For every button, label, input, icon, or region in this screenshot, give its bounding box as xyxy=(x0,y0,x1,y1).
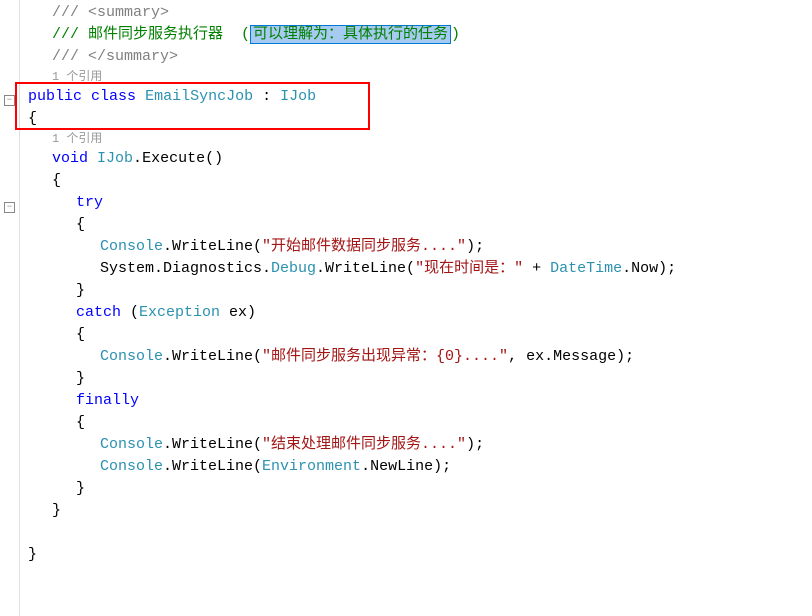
string-literal: "开始邮件数据同步服务...." xyxy=(262,238,466,255)
keyword: void xyxy=(52,150,88,167)
brace: } xyxy=(76,370,85,387)
punctuation: : xyxy=(253,88,280,105)
xml-doc-comment: /// <summary> xyxy=(52,4,169,21)
code-content[interactable]: /// <summary> /// 邮件同步服务执行器 (可以理解为：具体执行的… xyxy=(20,0,812,616)
code-line: void IJob.Execute() xyxy=(28,148,812,170)
type-name: DateTime xyxy=(550,260,622,277)
type-name: Environment xyxy=(262,458,361,475)
type-name: IJob xyxy=(280,88,316,105)
fold-marker-icon[interactable]: − xyxy=(4,202,15,213)
type-name: Console xyxy=(100,458,163,475)
method-call: .WriteLine( xyxy=(163,436,262,453)
code-line: } xyxy=(28,280,812,302)
brace: } xyxy=(76,480,85,497)
codelens-references[interactable]: 1 个引用 xyxy=(28,130,812,148)
code-line: Console.WriteLine("结束处理邮件同步服务...."); xyxy=(28,434,812,456)
string-literal: "现在时间是：" xyxy=(415,260,523,277)
code-line: { xyxy=(28,214,812,236)
code-line: Console.WriteLine("开始邮件数据同步服务...."); xyxy=(28,236,812,258)
code-line: Console.WriteLine(Environment.NewLine); xyxy=(28,456,812,478)
keyword: class xyxy=(91,88,136,105)
codelens-references[interactable]: 1 个引用 xyxy=(28,68,812,86)
brace: { xyxy=(76,414,85,431)
type-name: Console xyxy=(100,238,163,255)
code-line xyxy=(28,522,812,544)
brace: } xyxy=(76,282,85,299)
brace: { xyxy=(52,172,61,189)
type-name: Debug xyxy=(271,260,316,277)
code-line: } xyxy=(28,478,812,500)
method-call: .WriteLine( xyxy=(316,260,415,277)
namespace: System.Diagnostics. xyxy=(100,260,271,277)
variable: ex) xyxy=(220,304,256,321)
punctuation: ); xyxy=(466,238,484,255)
type-name: Console xyxy=(100,348,163,365)
xml-doc-comment: /// </summary> xyxy=(52,48,178,65)
comment-text: ) xyxy=(451,26,460,43)
type-name: Console xyxy=(100,436,163,453)
keyword: public xyxy=(28,88,82,105)
code-line: } xyxy=(28,544,812,566)
brace: { xyxy=(28,110,37,127)
code-line: catch (Exception ex) xyxy=(28,302,812,324)
code-line: /// 邮件同步服务执行器 (可以理解为：具体执行的任务) xyxy=(28,24,812,46)
type-name: EmailSyncJob xyxy=(145,88,253,105)
method-call: .WriteLine( xyxy=(163,458,262,475)
property: .Now); xyxy=(622,260,676,277)
code-line: { xyxy=(28,412,812,434)
fold-marker-icon[interactable]: − xyxy=(4,95,15,106)
property: .NewLine); xyxy=(361,458,451,475)
selected-text: 可以理解为：具体执行的任务 xyxy=(250,25,451,44)
code-line: /// </summary> xyxy=(28,46,812,68)
xml-doc-comment: /// 邮件同步服务执行器 (可以理解为：具体执行的任务) xyxy=(52,25,460,44)
comment-text: /// 邮件同步服务执行器 ( xyxy=(52,26,250,43)
method-call: .WriteLine( xyxy=(163,238,262,255)
punctuation: ); xyxy=(466,436,484,453)
type-name: Exception xyxy=(139,304,220,321)
code-line: try xyxy=(28,192,812,214)
keyword: finally xyxy=(76,392,139,409)
type-name: IJob xyxy=(97,150,133,167)
code-line: finally xyxy=(28,390,812,412)
punctuation: . xyxy=(133,150,142,167)
brace: { xyxy=(76,326,85,343)
string-literal: "邮件同步服务出现异常：{0}...." xyxy=(262,348,508,365)
code-line: Console.WriteLine("邮件同步服务出现异常：{0}....", … xyxy=(28,346,812,368)
string-literal: "结束处理邮件同步服务...." xyxy=(262,436,466,453)
gutter: − − xyxy=(0,0,20,616)
punctuation: ( xyxy=(121,304,139,321)
code-line: { xyxy=(28,108,812,130)
keyword: try xyxy=(76,194,103,211)
brace: } xyxy=(52,502,61,519)
operator: + xyxy=(523,260,550,277)
code-line: System.Diagnostics.Debug.WriteLine("现在时间… xyxy=(28,258,812,280)
keyword: catch xyxy=(76,304,121,321)
code-line: } xyxy=(28,500,812,522)
brace: } xyxy=(28,546,37,563)
method-call: .WriteLine( xyxy=(163,348,262,365)
code-line: } xyxy=(28,368,812,390)
code-line: { xyxy=(28,324,812,346)
argument: , ex.Message); xyxy=(508,348,634,365)
method-name: Execute() xyxy=(142,150,223,167)
code-line: public class EmailSyncJob : IJob xyxy=(28,86,812,108)
brace: { xyxy=(76,216,85,233)
code-line: /// <summary> xyxy=(28,2,812,24)
code-editor[interactable]: − − /// <summary> /// 邮件同步服务执行器 (可以理解为：具… xyxy=(0,0,812,616)
code-line: { xyxy=(28,170,812,192)
